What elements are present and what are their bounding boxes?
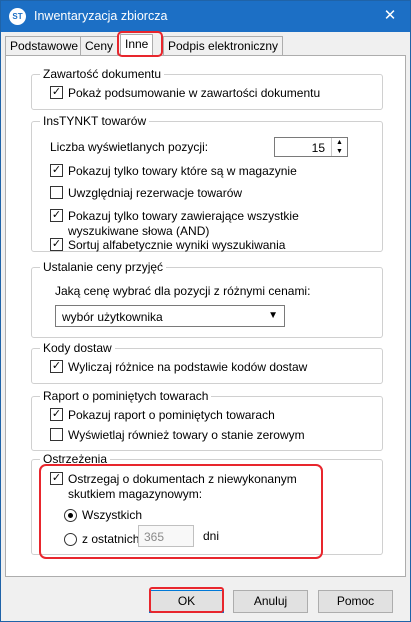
- ok-highlight-marker: [149, 587, 224, 613]
- group-raport: Raport o pominiętych towarach ✓ Pokazuj …: [31, 389, 383, 451]
- checkbox-box[interactable]: ✓: [50, 164, 63, 177]
- tab-podpis-elektroniczny[interactable]: Podpis elektroniczny: [163, 36, 284, 55]
- group-title: Kody dostaw: [40, 341, 115, 355]
- checkbox-box[interactable]: [50, 428, 63, 441]
- select-value: wybór użytkownika: [62, 310, 163, 324]
- checkbox-delivery-codes[interactable]: ✓ Wyliczaj różnice na podstawie kodów do…: [50, 360, 370, 375]
- count-label-text: Liczba wyświetlanych pozycji:: [50, 140, 209, 154]
- checkbox-box[interactable]: ✓: [50, 86, 63, 99]
- tab-podstawowe[interactable]: Podstawowe: [5, 36, 84, 55]
- checkbox-zero-stock[interactable]: Wyświetlaj również towary o stanie zerow…: [50, 428, 370, 443]
- checkbox-label: Pokazuj raport o pominiętych towarach: [68, 408, 275, 422]
- tab-highlight-marker: [117, 31, 163, 57]
- checkbox-label: Sortuj alfabetycznie wyniki wyszukiwania: [68, 238, 286, 252]
- stepper-down-icon[interactable]: ▼: [332, 147, 347, 156]
- checkbox-all-words[interactable]: ✓ Pokazuj tylko towary zawierające wszys…: [50, 209, 360, 239]
- checkbox-show-summary[interactable]: ✓ Pokaż podsumowanie w zawartości dokume…: [50, 86, 370, 101]
- checkbox-show-report[interactable]: ✓ Pokazuj raport o pominiętych towarach: [50, 408, 370, 423]
- checkbox-sort-alphabetically[interactable]: ✓ Sortuj alfabetycznie wyniki wyszukiwan…: [50, 238, 370, 253]
- checkbox-box[interactable]: [50, 186, 63, 199]
- stepper-up-icon[interactable]: ▲: [332, 138, 347, 147]
- checkbox-box[interactable]: ✓: [50, 209, 63, 222]
- checkbox-box[interactable]: ✓: [50, 238, 63, 251]
- group-instynkt-towarow: InsTYNKT towarów Liczba wyświetlanych po…: [31, 114, 383, 253]
- price-question: Jaką cenę wybrać dla pozycji z różnymi c…: [55, 284, 375, 299]
- group-title: Raport o pominiętych towarach: [40, 389, 212, 403]
- checkbox-box[interactable]: ✓: [50, 360, 63, 373]
- group-kody-dostaw: Kody dostaw ✓ Wyliczaj różnice na podsta…: [31, 341, 383, 384]
- checkbox-label: Wyświetlaj również towary o stanie zerow…: [68, 428, 305, 442]
- checkbox-label: Uwzględniaj rezerwacje towarów: [68, 186, 243, 200]
- checkbox-only-in-stock[interactable]: ✓ Pokazuj tylko towary które są w magazy…: [50, 164, 370, 179]
- stepper-value: 15: [311, 141, 325, 155]
- checkbox-label: Wyliczaj różnice na podstawie kodów dost…: [68, 360, 308, 374]
- close-icon: ✕: [383, 7, 397, 24]
- chevron-down-icon[interactable]: ▼: [268, 310, 278, 321]
- tab-ceny[interactable]: Ceny: [80, 36, 119, 55]
- checkbox-box[interactable]: ✓: [50, 408, 63, 421]
- item-count-stepper[interactable]: 15 ▲ ▼: [274, 137, 348, 157]
- price-choice-select[interactable]: wybór użytkownika ▼: [55, 305, 285, 327]
- stepper-buttons[interactable]: ▲ ▼: [331, 138, 347, 156]
- checkbox-label: Pokazuj tylko towary zawierające wszystk…: [68, 209, 299, 238]
- window-title: Inwentaryzacja zbiorcza: [34, 9, 168, 23]
- help-button[interactable]: Pomoc: [318, 590, 393, 613]
- group-zawartosc-dokumentu: Zawartość dokumentu ✓ Pokaż podsumowanie…: [31, 67, 383, 110]
- group-title: InsTYNKT towarów: [40, 114, 150, 128]
- app-logo-icon: ST: [9, 8, 26, 25]
- price-question-text: Jaką cenę wybrać dla pozycji z różnymi c…: [55, 284, 311, 298]
- title-bar[interactable]: ST Inwentaryzacja zbiorcza ✕: [1, 1, 410, 32]
- checkbox-label: Pokaż podsumowanie w zawartości dokument…: [68, 86, 321, 100]
- group-title: Zawartość dokumentu: [40, 67, 165, 81]
- dialog-window: ST Inwentaryzacja zbiorcza ✕ Podstawowe …: [0, 0, 411, 622]
- cancel-button[interactable]: Anuluj: [233, 590, 308, 613]
- group-ustalanie-ceny: Ustalanie ceny przyjęć Jaką cenę wybrać …: [31, 260, 383, 338]
- warnings-highlight-marker: [39, 464, 323, 559]
- checkbox-label: Pokazuj tylko towary które są w magazyni…: [68, 164, 297, 178]
- group-title: Ustalanie ceny przyjęć: [40, 260, 167, 274]
- close-button[interactable]: ✕: [370, 1, 410, 32]
- checkbox-reservations[interactable]: Uwzględniaj rezerwacje towarów: [50, 186, 370, 201]
